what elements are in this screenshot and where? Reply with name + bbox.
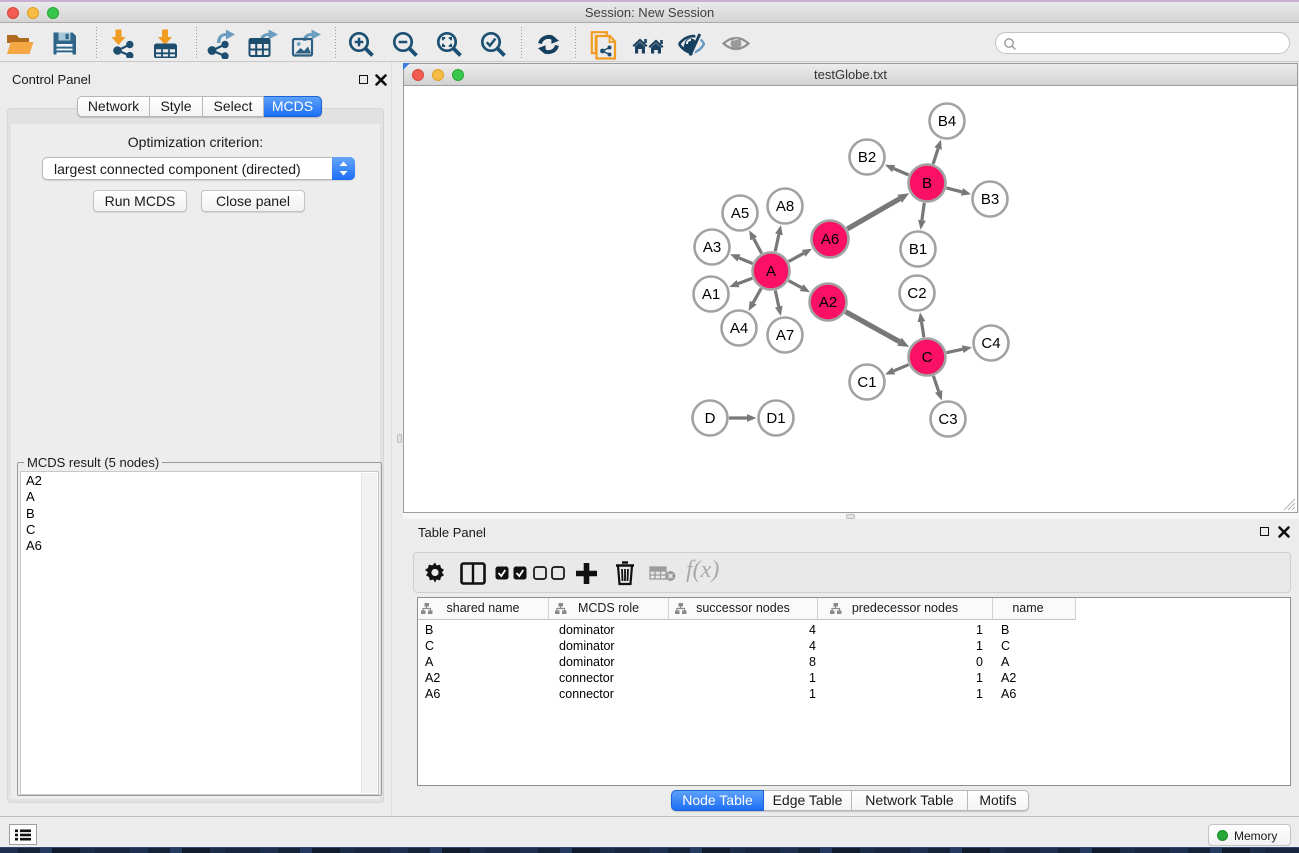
svg-text:A3: A3 [703,239,721,256]
svg-text:B: B [922,175,932,192]
svg-text:D: D [705,410,716,427]
svg-text:A7: A7 [776,327,794,344]
svg-text:A5: A5 [731,205,749,222]
svg-text:C: C [922,349,933,366]
svg-text:A: A [766,263,776,280]
svg-text:A6: A6 [821,231,839,248]
svg-text:A4: A4 [730,320,748,337]
svg-text:C4: C4 [981,335,1000,352]
svg-text:A8: A8 [776,198,794,215]
svg-text:C1: C1 [857,374,876,391]
svg-text:B3: B3 [981,191,999,208]
svg-text:B2: B2 [858,149,876,166]
svg-text:C2: C2 [907,285,926,302]
svg-text:D1: D1 [766,410,785,427]
svg-text:B4: B4 [938,113,956,130]
svg-text:A1: A1 [702,286,720,303]
svg-text:B1: B1 [909,241,927,258]
svg-text:C3: C3 [938,411,957,428]
svg-text:A2: A2 [819,294,837,311]
